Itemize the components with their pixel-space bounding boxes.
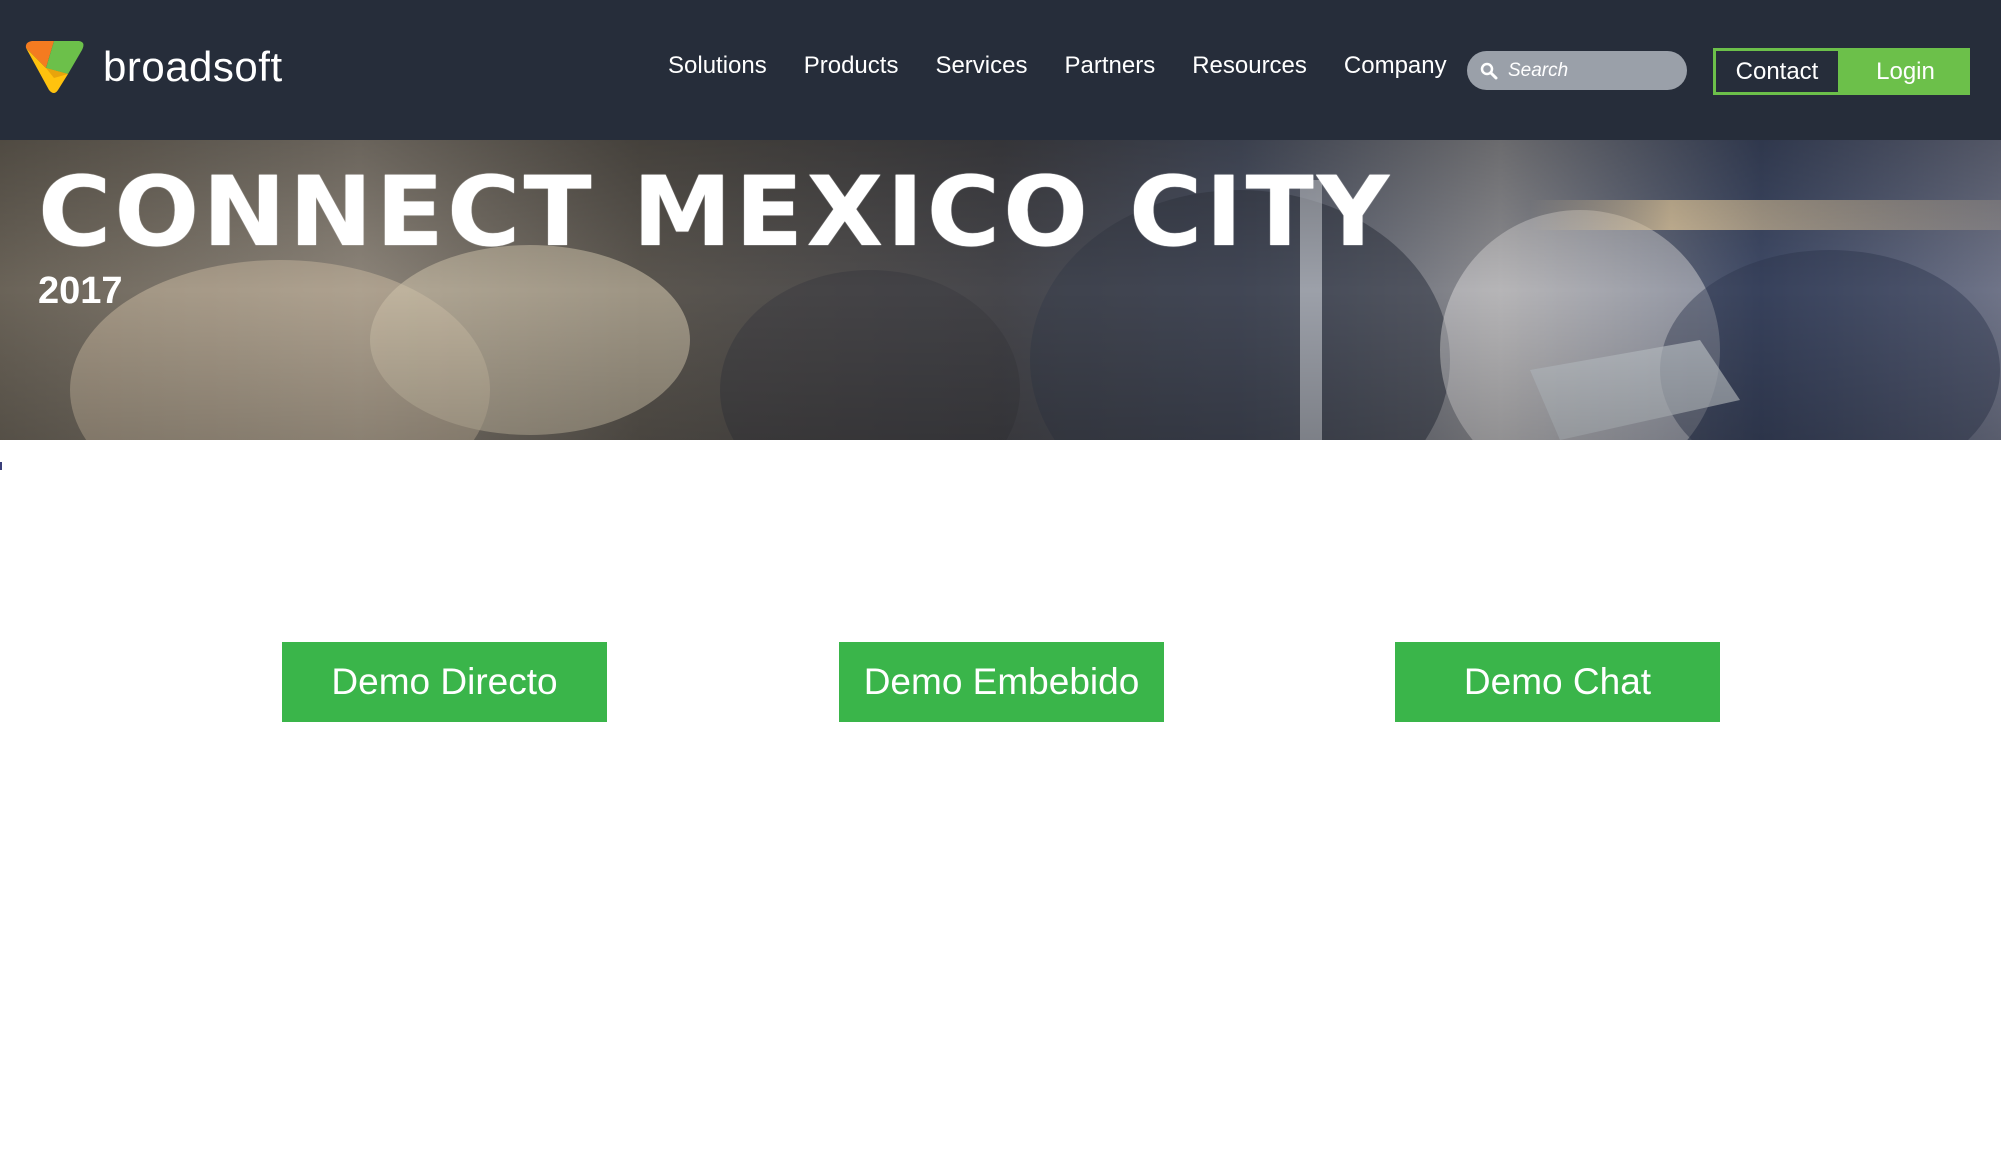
broadsoft-logo[interactable]: broadsoft — [24, 38, 283, 96]
demo-embebido-button[interactable]: Demo Embebido — [839, 642, 1164, 722]
main-nav: Solutions Products Services Partners Res… — [668, 52, 1484, 80]
hero-year: 2017 — [38, 270, 123, 312]
search-icon — [1480, 62, 1498, 79]
nav-item-resources[interactable]: Resources — [1192, 52, 1307, 80]
hero-banner: CONNECT MEXICO CITY 2017 — [0, 140, 2001, 440]
search-input[interactable] — [1506, 58, 1676, 83]
contact-button[interactable]: Contact — [1713, 48, 1841, 95]
demo-directo-button[interactable]: Demo Directo — [282, 642, 607, 722]
demo-chat-button[interactable]: Demo Chat — [1395, 642, 1720, 722]
nav-item-solutions[interactable]: Solutions — [668, 52, 767, 80]
search-box[interactable] — [1467, 51, 1687, 90]
page-marker — [0, 462, 2, 470]
nav-item-services[interactable]: Services — [935, 52, 1027, 80]
nav-item-products[interactable]: Products — [804, 52, 899, 80]
hero-title: CONNECT MEXICO CITY — [38, 156, 1393, 268]
nav-item-company[interactable]: Company — [1344, 52, 1447, 80]
broadsoft-logo-icon — [25, 41, 84, 93]
logo-wordmark: broadsoft — [103, 43, 283, 90]
login-button[interactable]: Login — [1841, 48, 1970, 95]
nav-item-partners[interactable]: Partners — [1064, 52, 1155, 80]
top-navigation-bar: broadsoft Solutions Products Services Pa… — [0, 0, 2001, 140]
